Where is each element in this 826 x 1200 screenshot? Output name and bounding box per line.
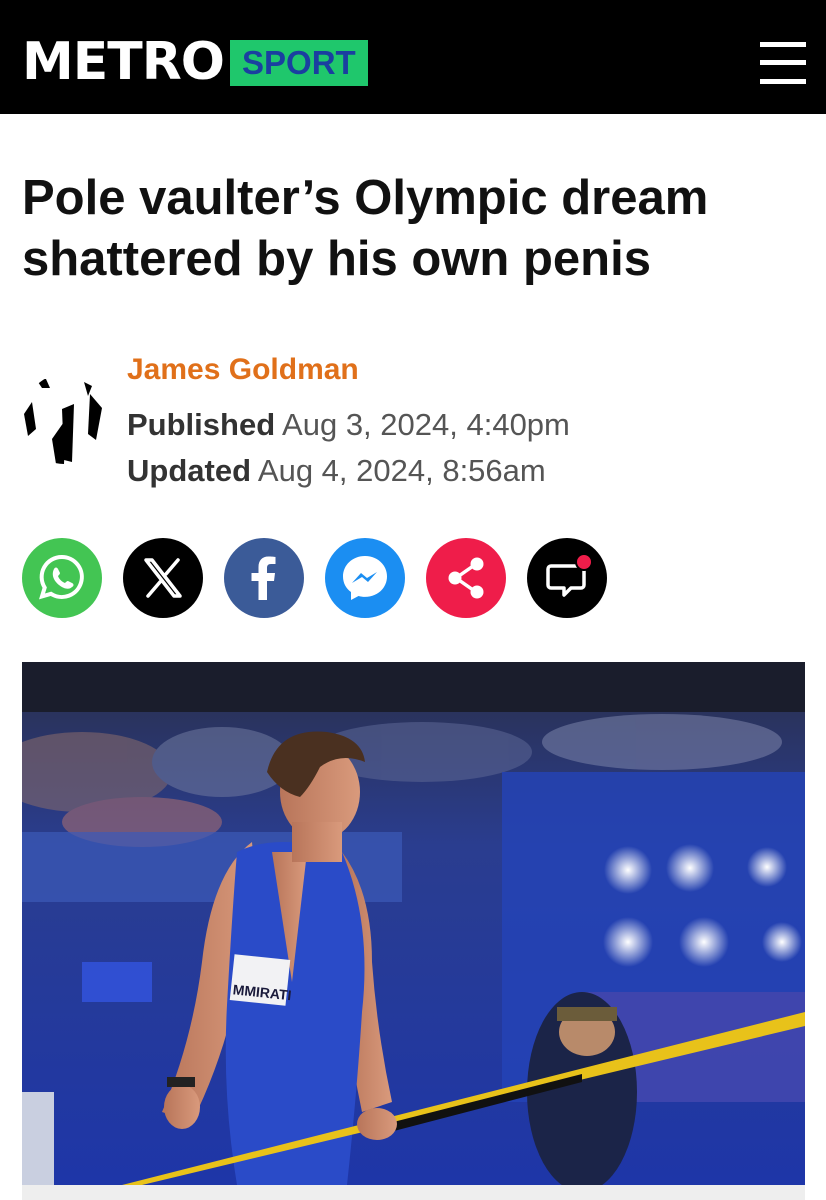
metro-m-avatar-icon bbox=[22, 377, 106, 464]
section-tag-sport[interactable]: SPORT bbox=[230, 40, 368, 86]
updated-label: Updated bbox=[127, 453, 251, 488]
messenger-icon bbox=[325, 538, 405, 618]
published-label: Published bbox=[127, 407, 276, 442]
updated-date: Updated Aug 4, 2024, 8:56am bbox=[127, 451, 546, 491]
article-headline: Pole vaulter’s Olympic dream shattered b… bbox=[22, 171, 709, 286]
published-value: Aug 3, 2024, 4:40pm bbox=[282, 407, 570, 442]
comments-icon bbox=[527, 538, 607, 618]
author-avatar[interactable] bbox=[22, 374, 106, 464]
author-name-link[interactable]: James Goldman bbox=[127, 350, 359, 390]
share-button[interactable] bbox=[426, 538, 506, 618]
messenger-share-button[interactable] bbox=[325, 538, 405, 618]
facebook-icon bbox=[224, 538, 304, 618]
whatsapp-icon bbox=[22, 538, 102, 618]
notification-badge bbox=[575, 553, 593, 571]
x-icon bbox=[123, 538, 203, 618]
whatsapp-share-button[interactable] bbox=[22, 538, 102, 618]
updated-value: Aug 4, 2024, 8:56am bbox=[257, 453, 546, 488]
comments-button[interactable] bbox=[527, 538, 607, 618]
athlete-photo: MMIRATI bbox=[22, 662, 805, 1185]
site-header: METRO SPORT bbox=[0, 0, 826, 114]
hero-image[interactable]: MMIRATI bbox=[22, 662, 805, 1185]
x-share-button[interactable] bbox=[123, 538, 203, 618]
share-icon bbox=[426, 538, 506, 618]
metro-logo[interactable]: METRO bbox=[22, 30, 225, 94]
published-date: Published Aug 3, 2024, 4:40pm bbox=[127, 405, 570, 445]
image-caption-strip bbox=[22, 1185, 805, 1200]
hamburger-menu-icon[interactable] bbox=[760, 42, 806, 84]
facebook-share-button[interactable] bbox=[224, 538, 304, 618]
